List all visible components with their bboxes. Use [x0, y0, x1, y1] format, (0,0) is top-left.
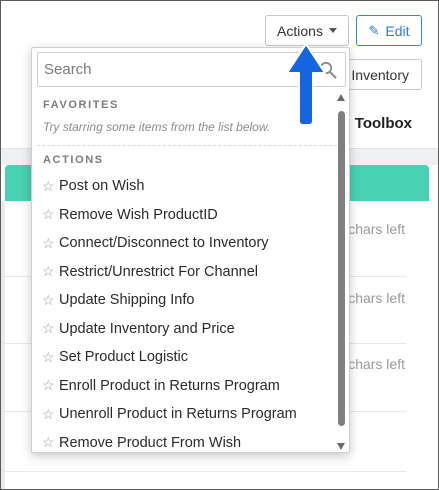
chars-left-counter: chars left: [348, 356, 405, 372]
menu-item-label: Unenroll Product in Returns Program: [59, 406, 297, 423]
menu-item-label: Post on Wish: [59, 178, 145, 195]
menu-item-label: Set Product Logistic: [59, 349, 188, 366]
panel-left-edge: [1, 201, 5, 489]
annotation-arrow-icon: [286, 43, 326, 126]
actions-button-label: Actions: [277, 22, 323, 39]
pencil-icon: ✎: [368, 22, 380, 38]
star-outline-icon[interactable]: ☆: [42, 320, 58, 337]
scroll-up-arrow-icon[interactable]: [337, 94, 345, 101]
favorites-section-title: FAVORITES: [43, 99, 119, 111]
menu-item-label: Connect/Disconnect to Inventory: [59, 235, 269, 252]
chars-left-counter: chars left: [348, 221, 405, 237]
edit-button[interactable]: ✎ Edit: [356, 15, 422, 46]
section-divider: [37, 145, 337, 146]
menu-item-set-product-logistic[interactable]: ☆ Set Product Logistic: [32, 343, 337, 372]
scrollbar-thumb[interactable]: [338, 111, 345, 426]
actions-list: ☆ Post on Wish ☆ Remove Wish ProductID ☆…: [32, 172, 337, 453]
menu-item-remove-product-from-wish[interactable]: ☆ Remove Product From Wish: [32, 429, 337, 453]
menu-item-update-shipping-info[interactable]: ☆ Update Shipping Info: [32, 286, 337, 315]
star-outline-icon[interactable]: ☆: [42, 406, 58, 423]
menu-item-label: Update Shipping Info: [59, 292, 195, 309]
menu-item-label: Restrict/Unrestrict For Channel: [59, 263, 259, 280]
star-outline-icon[interactable]: ☆: [42, 263, 58, 280]
edit-button-label: Edit: [385, 22, 410, 39]
menu-item-label: Enroll Product in Returns Program: [59, 377, 280, 394]
star-outline-icon[interactable]: ☆: [42, 434, 58, 451]
menu-item-unenroll-returns-program[interactable]: ☆ Unenroll Product in Returns Program: [32, 400, 337, 429]
favorites-hint: Try starring some items from the list be…: [43, 120, 271, 134]
star-outline-icon[interactable]: ☆: [42, 206, 58, 223]
menu-item-enroll-returns-program[interactable]: ☆ Enroll Product in Returns Program: [32, 372, 337, 401]
chars-left-counter: chars left: [348, 290, 405, 306]
menu-item-label: Update Inventory and Price: [59, 320, 235, 337]
inventory-button-label: Inventory: [351, 66, 409, 83]
inventory-button[interactable]: Inventory: [341, 59, 422, 90]
actions-section-title: ACTIONS: [43, 154, 104, 166]
app-window: Actions ✎ Edit Inventory Toolbox chars l…: [0, 0, 439, 490]
menu-item-label: Remove Product From Wish: [59, 434, 242, 451]
menu-item-remove-wish-productid[interactable]: ☆ Remove Wish ProductID: [32, 201, 337, 230]
dropdown-scrollbar[interactable]: [337, 94, 346, 450]
caret-down-icon: [328, 28, 337, 33]
row-divider: [1, 471, 406, 472]
star-outline-icon[interactable]: ☆: [42, 349, 58, 366]
menu-item-restrict-unrestrict-channel[interactable]: ☆ Restrict/Unrestrict For Channel: [32, 258, 337, 287]
scroll-down-arrow-icon[interactable]: [337, 443, 345, 450]
search-input[interactable]: [38, 53, 308, 86]
menu-item-update-inventory-price[interactable]: ☆ Update Inventory and Price: [32, 315, 337, 344]
star-outline-icon[interactable]: ☆: [42, 235, 58, 252]
menu-item-label: Remove Wish ProductID: [59, 206, 218, 223]
star-outline-icon[interactable]: ☆: [42, 178, 58, 195]
star-outline-icon[interactable]: ☆: [42, 377, 58, 394]
tab-toolbox[interactable]: Toolbox: [355, 115, 412, 132]
menu-item-post-on-wish[interactable]: ☆ Post on Wish: [32, 172, 337, 201]
star-outline-icon[interactable]: ☆: [42, 292, 58, 309]
menu-item-connect-disconnect-inventory[interactable]: ☆ Connect/Disconnect to Inventory: [32, 229, 337, 258]
